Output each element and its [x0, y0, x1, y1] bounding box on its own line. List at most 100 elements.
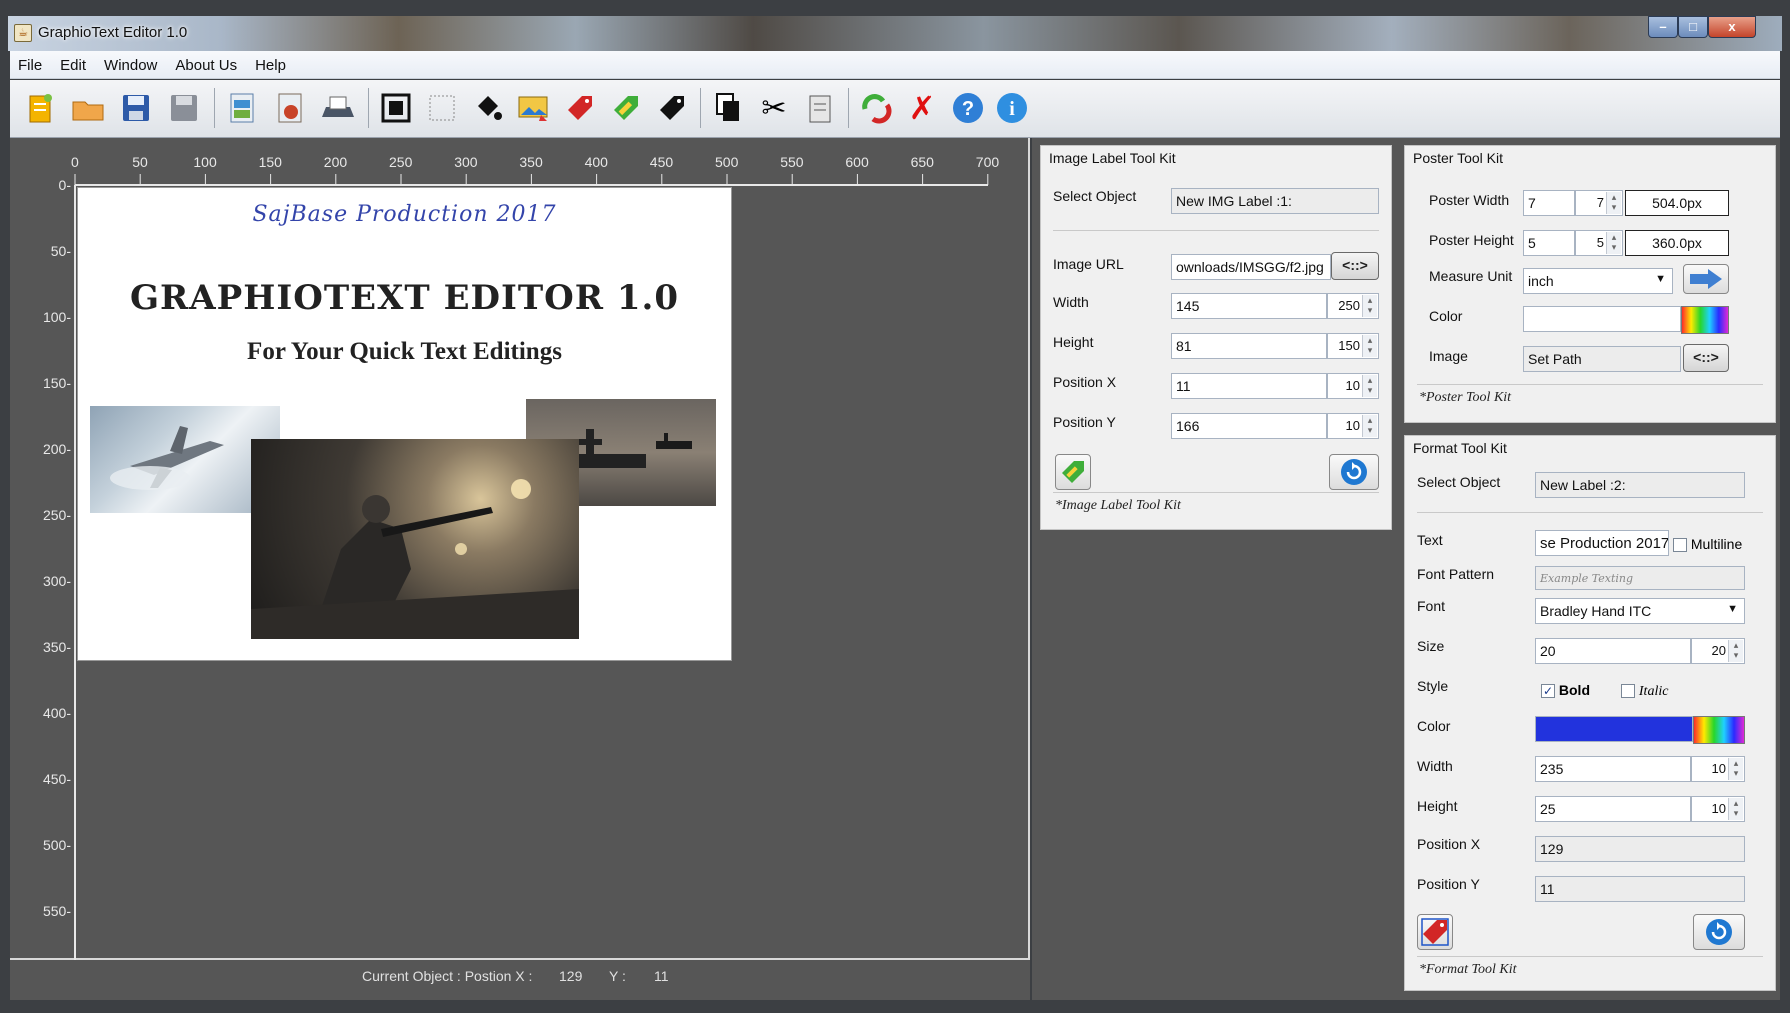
ruler-y-tick-label: 200-: [42, 441, 71, 457]
ruler-x-tick-label: 550: [780, 154, 804, 170]
ruler-x-tick-label: 100: [193, 154, 217, 170]
font-pattern-label: Font Pattern: [1417, 566, 1495, 582]
measure-unit-select[interactable]: inch ▼: [1523, 268, 1673, 294]
ruler-y-tick-label: 500-: [42, 837, 71, 853]
format-height-field[interactable]: 25: [1535, 796, 1691, 822]
image-url-browse-button[interactable]: <::>: [1331, 252, 1379, 280]
ruler-y-tick-label: 300-: [42, 573, 71, 589]
image-label-tool-kit: Image Label Tool Kit Select Object New I…: [1040, 145, 1392, 530]
poster-height-stepper[interactable]: 5: [1575, 230, 1623, 256]
poster-tool-kit: Poster Tool Kit Poster Width 7 7 504.0px…: [1404, 145, 1776, 423]
image-width-label: Width: [1053, 294, 1089, 310]
chevron-down-icon: ▼: [1655, 273, 1666, 285]
image-height-label: Height: [1053, 334, 1094, 350]
image-posx-field[interactable]: 11: [1171, 373, 1327, 399]
multiline-checkbox[interactable]: Multiline: [1673, 536, 1742, 553]
apply-unit-button[interactable]: [1683, 264, 1729, 294]
italic-checkbox[interactable]: Italic: [1621, 682, 1668, 700]
reset-image-label-button[interactable]: [1329, 454, 1379, 490]
poster-canvas[interactable]: SajBase Production 2017 GRAPHIOTEXT EDIT…: [77, 187, 732, 661]
italic-check[interactable]: [1621, 684, 1635, 699]
measure-unit-value: inch: [1528, 273, 1554, 289]
font-pattern-preview: Example Texting: [1535, 566, 1745, 590]
poster-image-browse-button[interactable]: <::>: [1683, 344, 1729, 372]
poster-color-swatch[interactable]: [1523, 306, 1681, 332]
format-width-field[interactable]: 235: [1535, 756, 1691, 782]
image-width-stepper[interactable]: 250: [1327, 293, 1379, 319]
ruler-y-tick-label: 50-: [50, 243, 71, 259]
format-posy-label: Position Y: [1417, 876, 1480, 892]
chevron-down-icon: ▼: [1727, 603, 1738, 615]
poster-width-stepper[interactable]: 7: [1575, 190, 1623, 216]
multiline-check[interactable]: [1673, 538, 1687, 553]
status-y-value: 11: [654, 968, 669, 984]
bold-checkbox[interactable]: ✓ Bold: [1541, 682, 1590, 699]
divider: [1417, 384, 1763, 385]
vertical-ruler: 0- 50- 100- 150- 200- 250- 300- 350- 400- 450- 500…: [24, 177, 75, 960]
format-text-field[interactable]: se Production 2017: [1535, 530, 1669, 556]
poster-height-px: 360.0px: [1625, 230, 1729, 256]
format-text-label: Text: [1417, 532, 1443, 548]
divider: [1417, 956, 1763, 957]
ruler-y-tick-label: 150-: [42, 375, 71, 391]
poster-height-field[interactable]: 5: [1523, 230, 1575, 256]
ruler-x-tick-label: 700: [975, 154, 1000, 170]
size-stepper[interactable]: 20: [1691, 638, 1745, 664]
image-select-label: Select Object: [1053, 188, 1137, 204]
divider: [1053, 230, 1379, 231]
image-height-stepper[interactable]: 150: [1327, 333, 1379, 359]
poster-title-label[interactable]: GRAPHIOTEXT EDITOR 1.0: [78, 278, 731, 318]
font-label: Font: [1417, 598, 1446, 614]
format-posx-label: Position X: [1417, 836, 1481, 852]
apply-format-button[interactable]: [1417, 914, 1453, 950]
text-color-picker-button[interactable]: [1693, 716, 1745, 744]
close-button[interactable]: x: [1708, 16, 1756, 38]
image-posx-stepper[interactable]: 10: [1327, 373, 1379, 399]
poster-tagline-label[interactable]: For Your Quick Text Editings: [78, 338, 731, 366]
tag-red-icon: [1421, 918, 1449, 946]
image-url-field[interactable]: ownloads/IMSGG/f2.jpg: [1171, 254, 1331, 280]
size-field[interactable]: 20: [1535, 638, 1691, 664]
poster-width-field[interactable]: 7: [1523, 190, 1575, 216]
ruler-x-tick-label: 50: [132, 154, 148, 170]
image-width-field[interactable]: 145: [1171, 293, 1327, 319]
ruler-x-tick-label: 200: [323, 154, 348, 170]
image-posy-field[interactable]: 166: [1171, 413, 1327, 439]
poster-image-label: Image: [1429, 348, 1468, 364]
maximize-button[interactable]: □: [1678, 16, 1708, 38]
ruler-x-tick-label: 600: [845, 154, 869, 170]
image-url-label: Image URL: [1053, 256, 1124, 272]
text-color-swatch[interactable]: [1535, 716, 1693, 742]
reset-format-button[interactable]: [1693, 914, 1745, 950]
format-select-object-field[interactable]: New Label :2:: [1535, 472, 1745, 498]
size-label: Size: [1417, 638, 1445, 654]
font-select-value: Bradley Hand ITC: [1540, 603, 1652, 619]
poster-kit-footer: *Poster Tool Kit: [1419, 390, 1512, 405]
ruler-x-tick-label: 150: [258, 154, 282, 170]
bold-check[interactable]: ✓: [1541, 684, 1555, 699]
ruler-x-tick-label: 400: [584, 154, 608, 170]
poster-image-soldier[interactable]: [251, 439, 579, 639]
format-tool-kit: Format Tool Kit Select Object New Label …: [1404, 435, 1776, 991]
poster-subtitle-label[interactable]: SajBase Production 2017: [78, 202, 731, 227]
image-posy-stepper[interactable]: 10: [1327, 413, 1379, 439]
apply-image-label-button[interactable]: [1055, 454, 1091, 490]
image-select-object-field[interactable]: New IMG Label :1:: [1171, 188, 1379, 214]
poster-image-path-field[interactable]: Set Path: [1523, 346, 1681, 372]
arrow-right-icon: [1690, 269, 1722, 289]
format-select-label: Select Object: [1417, 474, 1501, 490]
font-select[interactable]: Bradley Hand ITC ▼: [1535, 598, 1745, 624]
minimize-button[interactable]: –: [1648, 16, 1678, 38]
format-width-stepper[interactable]: 10: [1691, 756, 1745, 782]
poster-width-px: 504.0px: [1625, 190, 1729, 216]
format-height-stepper[interactable]: 10: [1691, 796, 1745, 822]
image-height-field[interactable]: 81: [1171, 333, 1327, 359]
poster-color-label: Color: [1429, 308, 1463, 324]
poster-height-label: Poster Height: [1429, 232, 1514, 248]
format-width-label: Width: [1417, 758, 1453, 774]
image-kit-footer: *Image Label Tool Kit: [1055, 498, 1181, 513]
ruler-x-tick-label: 650: [910, 154, 934, 170]
image-posy-label: Position Y: [1053, 414, 1116, 430]
ruler-x-tick-label: 500: [715, 154, 739, 170]
poster-color-picker-button[interactable]: [1681, 306, 1729, 334]
